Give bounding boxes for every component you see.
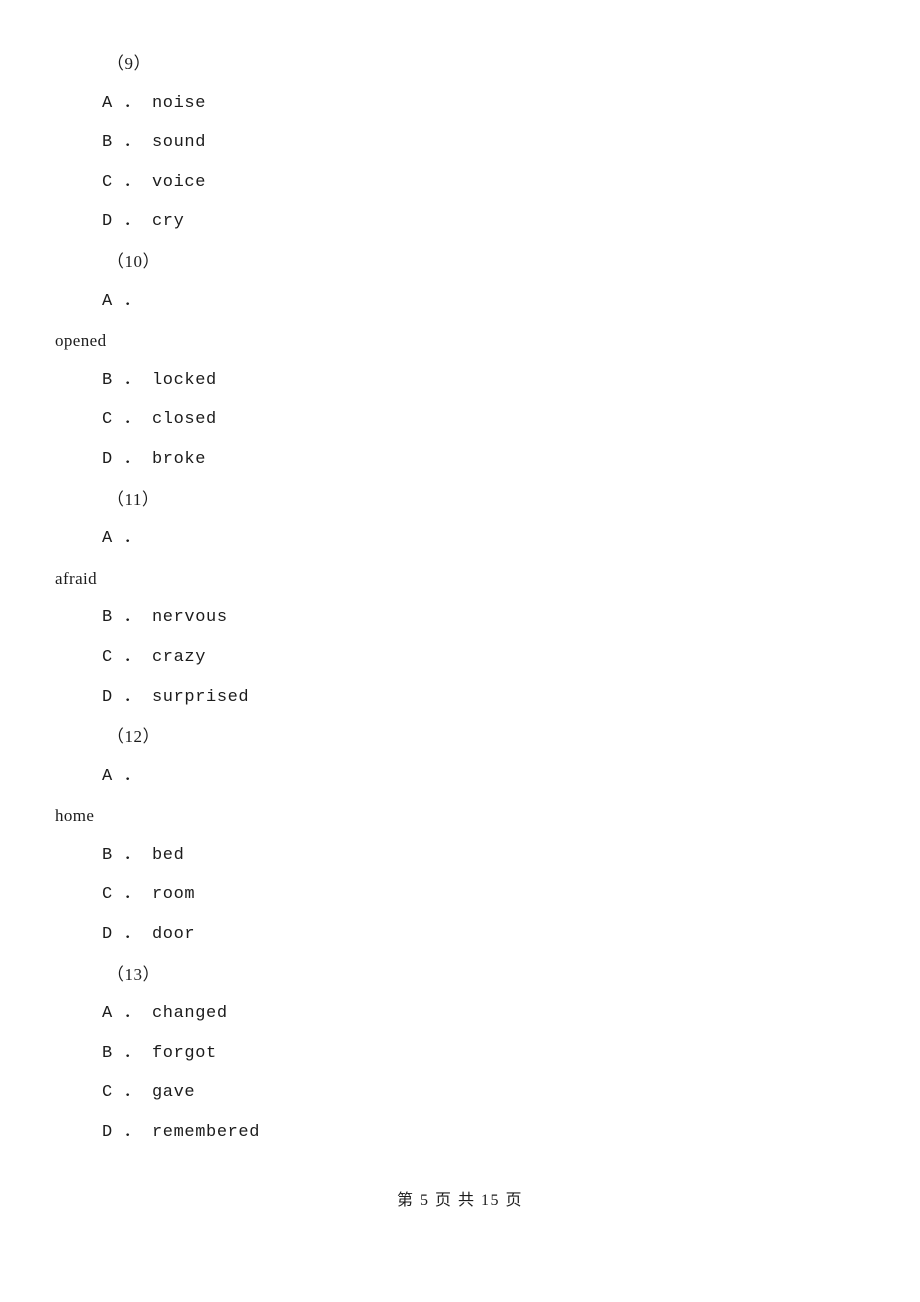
answer-option: D ． remembered: [102, 1123, 261, 1143]
exam-question-body: （9） A ． noise B ． sound C ． voice D ． cry （10…: [55, 44, 865, 1153]
answer-option: C ． gave: [102, 1083, 196, 1103]
page-footer: 第 5 页 共 15 页: [396, 1192, 523, 1209]
answer-option: B ． nervous: [102, 608, 228, 628]
question-number: （13）: [107, 964, 160, 984]
option-continuation-word: opened: [55, 331, 107, 351]
answer-option: C ． closed: [102, 410, 217, 430]
answer-option: A ．: [102, 529, 142, 549]
answer-option: B ． sound: [102, 133, 207, 153]
answer-option: A ． noise: [102, 93, 207, 113]
answer-option: C ． room: [102, 885, 196, 905]
answer-option: A ．: [102, 766, 142, 786]
option-continuation-word: home: [55, 806, 95, 826]
answer-option: A ．: [102, 291, 142, 311]
question-number: （10）: [107, 251, 160, 271]
answer-option: D ． broke: [102, 449, 207, 469]
answer-option: C ． crazy: [102, 647, 207, 667]
answer-option: B ． locked: [102, 370, 217, 390]
answer-option: B ． bed: [102, 845, 185, 865]
document-page: （9） A ． noise B ． sound C ． voice D ． cry （10…: [0, 0, 920, 1302]
question-number: （12）: [107, 727, 160, 747]
answer-option: D ． cry: [102, 212, 185, 232]
question-number: （11）: [107, 489, 160, 509]
answer-option: B ． forgot: [102, 1043, 217, 1063]
answer-option: C ． voice: [102, 172, 207, 192]
answer-option: D ． surprised: [102, 687, 250, 707]
option-continuation-word: afraid: [55, 568, 98, 588]
answer-option: D ． door: [102, 925, 196, 945]
question-number: （9）: [107, 54, 151, 73]
answer-option: A ． changed: [102, 1004, 228, 1024]
